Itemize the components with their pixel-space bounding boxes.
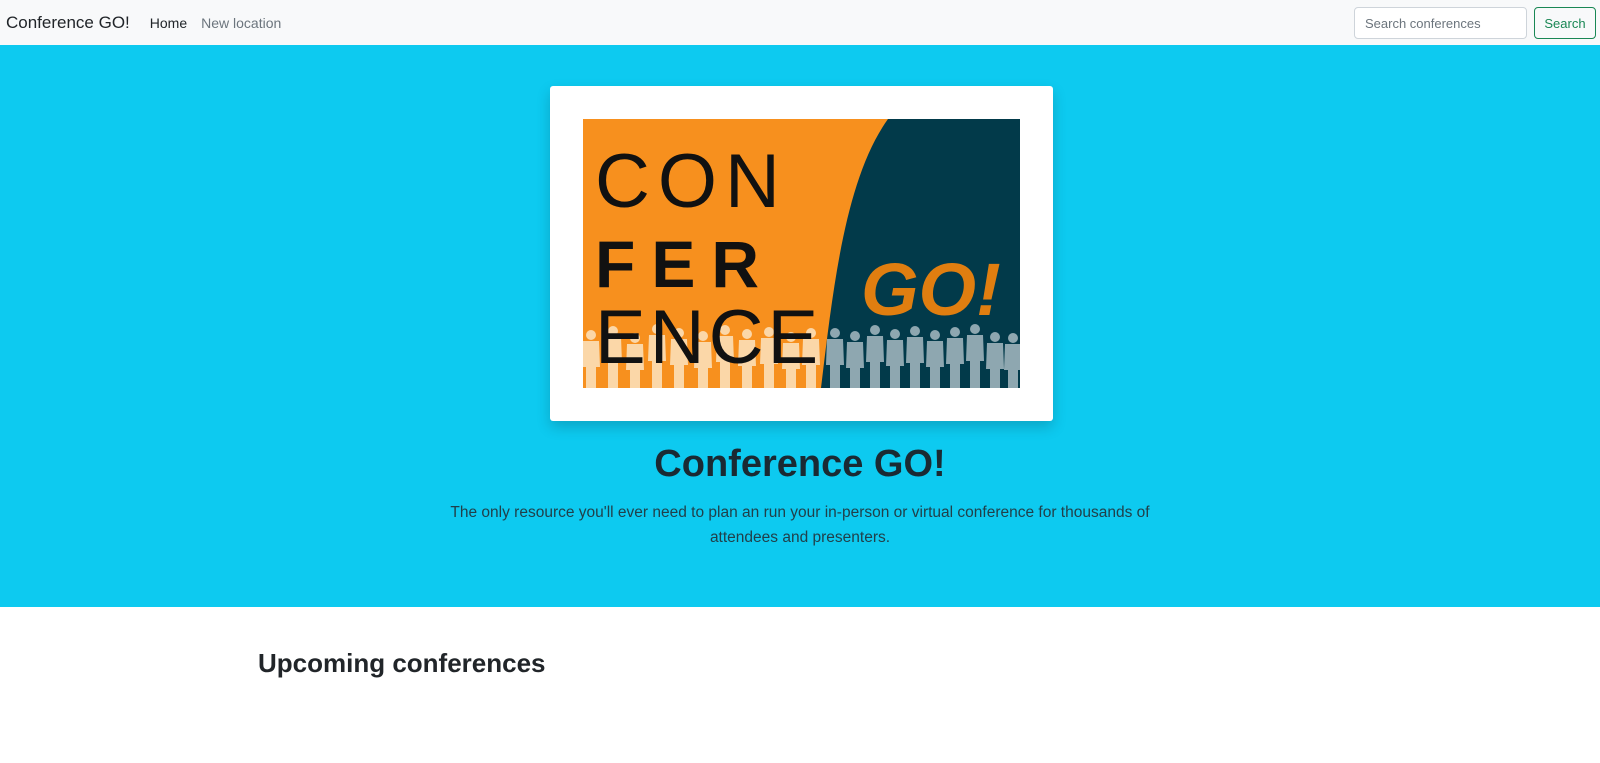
hero-banner: CON FER ENCE GO! Conference GO! The only… bbox=[0, 45, 1600, 607]
nav-link-new-location[interactable]: New location bbox=[201, 15, 281, 31]
search-input[interactable] bbox=[1354, 7, 1527, 39]
logo-text-con: CON bbox=[595, 139, 788, 224]
navbar: Conference GO! Home New location Search bbox=[0, 0, 1600, 45]
logo-text-go: GO! bbox=[861, 248, 1001, 331]
section-title-upcoming: Upcoming conferences bbox=[258, 648, 546, 678]
conference-go-logo: CON FER ENCE GO! bbox=[583, 119, 1020, 388]
logo-card: CON FER ENCE GO! bbox=[550, 86, 1053, 421]
nav-link-home[interactable]: Home bbox=[150, 15, 187, 31]
hero-title: Conference GO! bbox=[654, 443, 946, 485]
navbar-brand[interactable]: Conference GO! bbox=[6, 13, 130, 33]
logo-text-ence: ENCE bbox=[595, 295, 822, 380]
hero-lead: The only resource you'll ever need to pl… bbox=[450, 504, 1150, 546]
search-button[interactable]: Search bbox=[1534, 7, 1596, 39]
logo-text-fer: FER bbox=[595, 227, 775, 301]
search-form: Search bbox=[1354, 7, 1596, 39]
